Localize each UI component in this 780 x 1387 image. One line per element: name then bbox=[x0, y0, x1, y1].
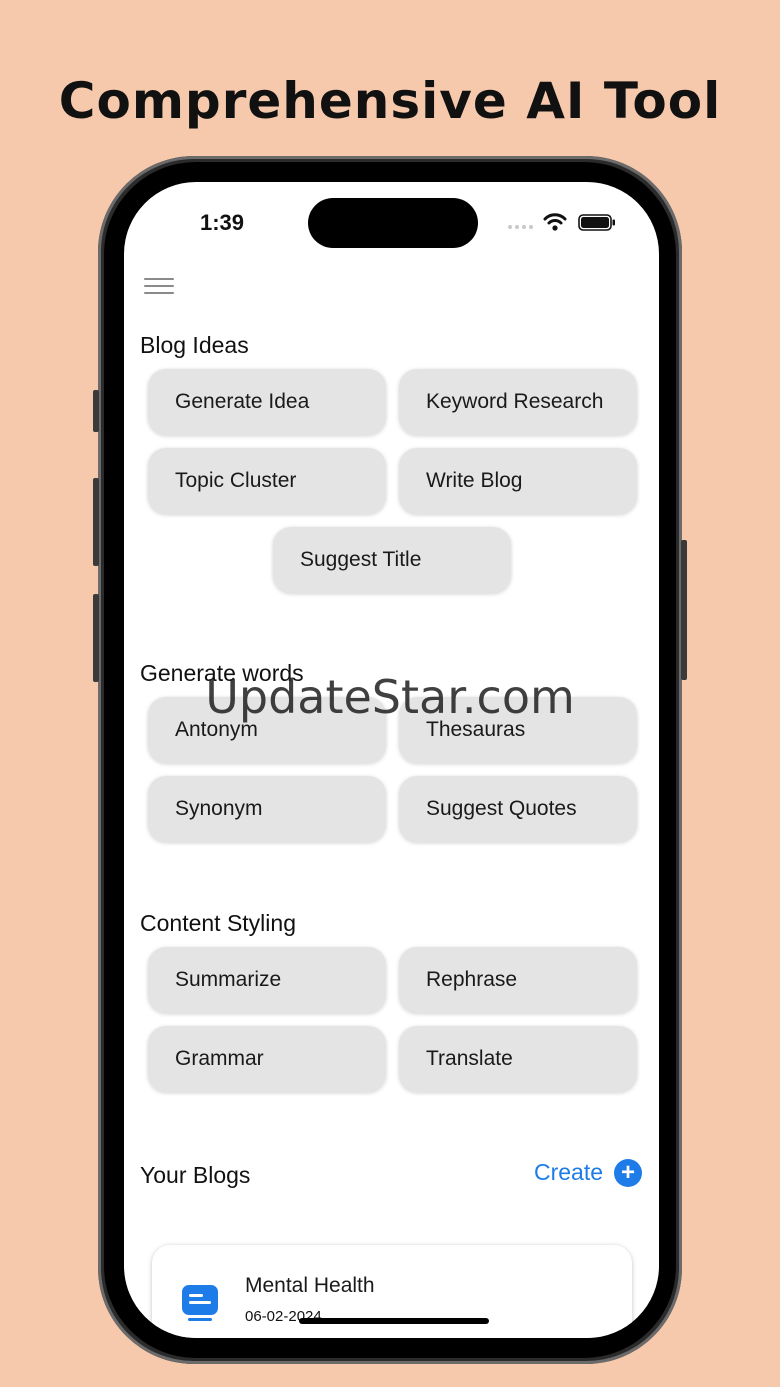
app-store-promo: Comprehensive AI Tool 1:39 Blog Ideas Ge… bbox=[0, 0, 780, 1387]
power-button bbox=[681, 540, 687, 680]
battery-icon bbox=[578, 214, 615, 231]
section-title-blog-ideas: Blog Ideas bbox=[140, 332, 249, 358]
suggest-quotes-button[interactable]: Suggest Quotes bbox=[399, 776, 637, 842]
section-title-content-styling: Content Styling bbox=[140, 910, 296, 936]
topic-cluster-button[interactable]: Topic Cluster bbox=[148, 448, 386, 514]
grammar-button[interactable]: Grammar bbox=[148, 1026, 386, 1092]
volume-up-button bbox=[93, 478, 99, 566]
section-title-your-blogs: Your Blogs bbox=[140, 1162, 251, 1188]
generate-idea-button[interactable]: Generate Idea bbox=[148, 369, 386, 435]
status-time: 1:39 bbox=[200, 210, 245, 235]
hamburger-menu-icon[interactable] bbox=[144, 278, 174, 298]
suggest-title-button[interactable]: Suggest Title bbox=[273, 527, 511, 593]
translate-button[interactable]: Translate bbox=[399, 1026, 637, 1092]
synonym-button[interactable]: Synonym bbox=[148, 776, 386, 842]
phone-screen: 1:39 Blog Ideas Generate Idea Keyword Re… bbox=[124, 182, 659, 1338]
dynamic-island bbox=[308, 198, 478, 248]
blog-card[interactable]: Mental Health 06-02-2024 bbox=[152, 1245, 632, 1338]
cellular-signal-icon bbox=[508, 225, 533, 229]
create-blog-link[interactable]: Create bbox=[534, 1159, 603, 1186]
volume-down-button bbox=[93, 594, 99, 682]
summarize-button[interactable]: Summarize bbox=[148, 947, 386, 1013]
document-icon bbox=[182, 1285, 218, 1321]
keyword-research-button[interactable]: Keyword Research bbox=[399, 369, 637, 435]
watermark-text: UpdateStar.com bbox=[205, 670, 575, 724]
wifi-icon bbox=[543, 213, 567, 231]
blog-title: Mental Health bbox=[245, 1274, 375, 1297]
rephrase-button[interactable]: Rephrase bbox=[399, 947, 637, 1013]
home-indicator[interactable] bbox=[299, 1318, 489, 1324]
promo-headline: Comprehensive AI Tool bbox=[58, 72, 722, 130]
action-button bbox=[93, 390, 99, 432]
plus-circle-icon[interactable]: + bbox=[614, 1159, 642, 1187]
write-blog-button[interactable]: Write Blog bbox=[399, 448, 637, 514]
